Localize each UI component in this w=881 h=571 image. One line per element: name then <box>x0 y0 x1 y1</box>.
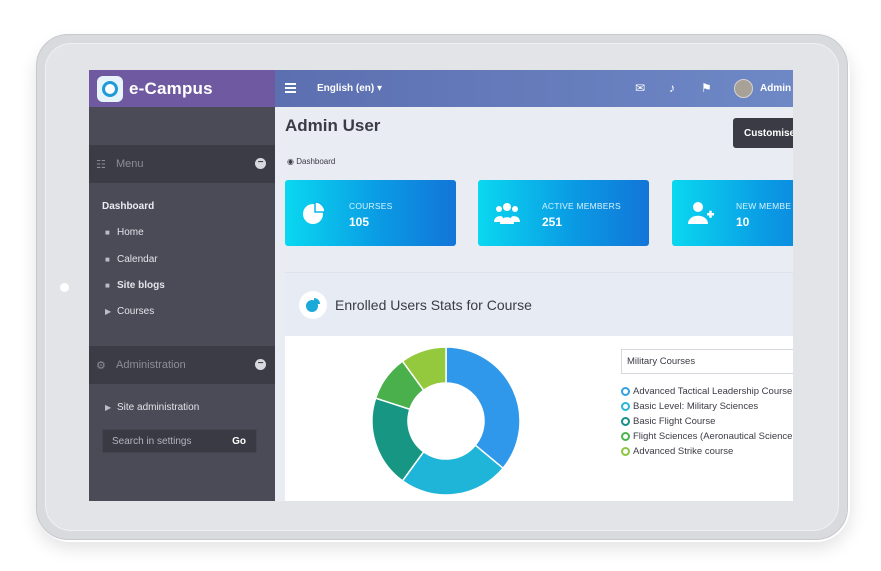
sidebar-item-site-blogs[interactable]: ■ Site blogs <box>105 280 165 291</box>
stat-card-active-members[interactable]: ACTIVE MEMBERS 251 <box>478 180 649 246</box>
pie-chart-icon <box>303 201 326 224</box>
stat-card-new-members[interactable]: NEW MEMBE 10 <box>672 180 793 246</box>
chevron-right-icon: ▶ <box>105 307 112 316</box>
dashboard-icon: ◉ <box>287 157 294 166</box>
menu-heading: Menu <box>116 158 144 170</box>
customise-button[interactable]: Customise <box>733 118 793 148</box>
sidebar-item-label: Courses <box>117 306 155 317</box>
messages-icon[interactable]: ✉ <box>635 81 645 95</box>
search-placeholder: Search in settings <box>112 435 192 447</box>
legend-dot <box>621 447 630 456</box>
logo-icon <box>97 75 123 102</box>
collapse-administration-icon[interactable]: − <box>255 359 266 370</box>
breadcrumb-dashboard: Dashboard <box>296 157 336 166</box>
users-icon <box>494 203 520 224</box>
screen: e-Campus ☷ Menu − Dashboard ■ Home ■ Cal… <box>89 70 793 501</box>
bullet-icon: ■ <box>105 281 110 290</box>
search-settings-input[interactable]: Search in settings Go <box>102 429 257 453</box>
legend-item[interactable]: Flight Sciences (Aeronautical Science <box>621 429 792 444</box>
stat-label: NEW MEMBE <box>736 201 792 211</box>
sidebar-item-courses[interactable]: ▶ Courses <box>105 306 154 317</box>
collapse-menu-icon[interactable]: − <box>255 158 266 169</box>
tablet-camera-dot <box>60 283 69 292</box>
administration-heading: Administration <box>116 359 186 371</box>
brand-name: e-Campus <box>129 78 213 98</box>
enrolled-users-donut-chart <box>371 346 521 496</box>
legend-item[interactable]: Basic Level: Military Sciences <box>621 399 792 414</box>
notifications-bell-icon[interactable]: ♪ <box>669 81 675 95</box>
select-value: Military Courses <box>627 356 696 367</box>
sidebar-item-label: Calendar <box>117 254 158 265</box>
language-selector[interactable]: English (en) ▾ <box>317 83 382 94</box>
sidebar-item-label: Site administration <box>117 402 200 413</box>
sidebar-section-dashboard[interactable]: Dashboard <box>102 201 154 212</box>
sidebar: e-Campus ☷ Menu − Dashboard ■ Home ■ Cal… <box>89 70 275 501</box>
legend-dot <box>621 432 630 441</box>
breadcrumb[interactable]: ◉ Dashboard <box>287 157 335 166</box>
chevron-right-icon: ▶ <box>105 403 112 412</box>
enrolled-users-panel: Enrolled Users Stats for Course Military… <box>285 272 793 501</box>
stat-card-courses[interactable]: COURSES 105 <box>285 180 456 246</box>
sitemap-icon: ☷ <box>96 158 106 171</box>
legend-item[interactable]: Advanced Strike course <box>621 444 792 459</box>
administration-block-header[interactable]: ⚙ Administration − <box>89 346 275 384</box>
pie-chart-icon <box>299 291 327 319</box>
sidebar-item-label: Site blogs <box>117 280 165 291</box>
legend-dot <box>621 417 630 426</box>
sidebar-item-label: Home <box>117 227 144 238</box>
stat-value: 105 <box>349 215 370 229</box>
user-menu-name[interactable]: Admin <box>760 83 791 94</box>
panel-header: Enrolled Users Stats for Course <box>285 272 793 336</box>
legend-dot <box>621 387 630 396</box>
stat-value: 251 <box>542 215 563 229</box>
stat-label: COURSES <box>349 201 393 211</box>
legend-label: Basic Level: Military Sciences <box>633 401 759 412</box>
legend-label: Advanced Strike course <box>633 446 734 457</box>
chart-legend: Advanced Tactical Leadership Course Basi… <box>621 384 792 459</box>
sidebar-item-calendar[interactable]: ■ Calendar <box>105 254 158 265</box>
brand-bar[interactable]: e-Campus <box>89 70 275 107</box>
hamburger-menu-icon[interactable] <box>285 83 296 93</box>
add-user-icon <box>688 202 714 224</box>
stat-label: ACTIVE MEMBERS <box>542 201 621 211</box>
legend-item[interactable]: Advanced Tactical Leadership Course <box>621 384 792 399</box>
bullet-icon: ■ <box>105 255 110 264</box>
legend-dot <box>621 402 630 411</box>
avatar[interactable] <box>734 79 753 98</box>
sidebar-item-site-administration[interactable]: ▶ Site administration <box>105 402 199 413</box>
legend-label: Advanced Tactical Leadership Course <box>633 386 793 397</box>
menu-block-header[interactable]: ☷ Menu − <box>89 145 275 183</box>
top-navbar: English (en) ▾ ✉ ♪ ⚑ Admin <box>275 70 793 107</box>
customise-label: Customise <box>744 127 793 139</box>
cogs-icon: ⚙ <box>96 359 106 372</box>
search-go-button[interactable]: Go <box>232 436 246 447</box>
sidebar-item-home[interactable]: ■ Home <box>105 227 144 238</box>
page-title: Admin User <box>285 116 381 135</box>
course-category-select[interactable]: Military Courses <box>621 349 793 374</box>
stat-value: 10 <box>736 215 750 229</box>
legend-label: Flight Sciences (Aeronautical Science <box>633 431 793 442</box>
legend-label: Basic Flight Course <box>633 416 716 427</box>
bullet-icon: ■ <box>105 228 110 237</box>
legend-item[interactable]: Basic Flight Course <box>621 414 792 429</box>
donut-slice-1[interactable] <box>445 346 521 470</box>
panel-title: Enrolled Users Stats for Course <box>335 297 532 313</box>
flag-icon[interactable]: ⚑ <box>701 81 712 95</box>
